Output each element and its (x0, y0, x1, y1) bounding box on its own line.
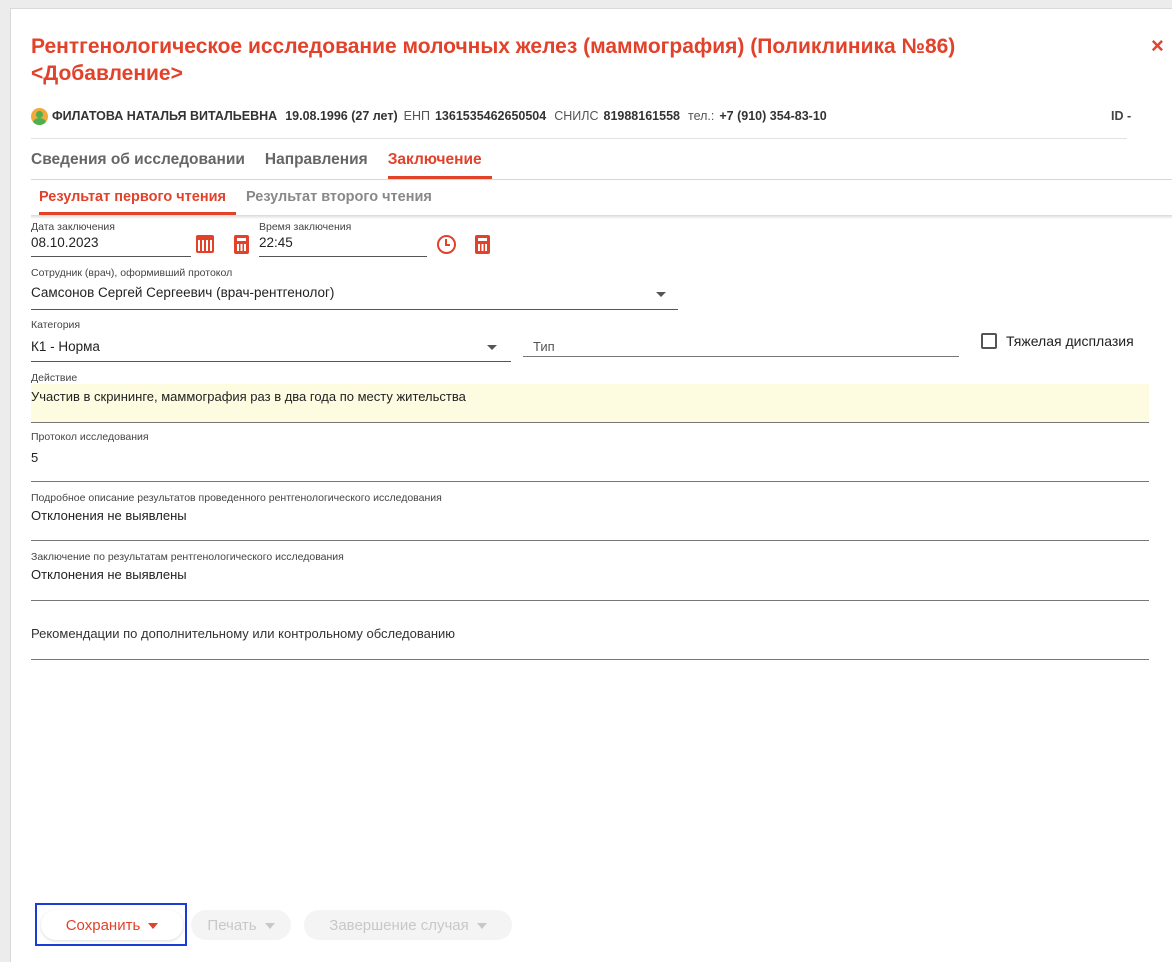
snils-value: 81988161558 (603, 109, 680, 123)
protocol-field[interactable]: 5 (31, 450, 38, 465)
category-label: Категория (31, 319, 81, 331)
save-button-label: Сохранить (65, 916, 141, 934)
phone-label: тел.: (687, 109, 715, 123)
subtab-second-reading[interactable]: Результат второго чтения (236, 183, 442, 215)
patient-info-bar: ФИЛАТОВА НАТАЛЬЯ ВИТАЛЬЕВНА 19.08.1996 (… (31, 105, 1131, 127)
finish-case-button-label: Завершение случая (329, 916, 469, 934)
type-underline (523, 356, 959, 357)
severe-dysplasia-label: Тяжелая дисплазия (1006, 333, 1134, 349)
dialog: Рентгенологическое исследование молочных… (10, 8, 1172, 962)
conclusion-label: Заключение по результатам рентгенологиче… (31, 551, 344, 563)
time-calculator-icon[interactable] (475, 235, 490, 254)
divider (31, 138, 1127, 139)
finish-dropdown-icon (476, 922, 487, 929)
date-label: Дата заключения (31, 221, 115, 233)
print-dropdown-icon (264, 922, 275, 929)
print-button[interactable]: Печать (191, 910, 291, 940)
date-underline (31, 256, 191, 257)
patient-avatar-icon (31, 107, 48, 125)
time-underline (259, 256, 427, 257)
type-input[interactable]: Тип (533, 339, 555, 354)
sub-tabs: Результат первого чтения Результат второ… (39, 183, 442, 215)
tab-referrals[interactable]: Направления (265, 145, 368, 179)
print-button-label: Печать (207, 916, 257, 934)
recommendations-underline (31, 659, 1149, 660)
protocol-underline (31, 481, 1149, 482)
description-field[interactable]: Отклонения не выявлены (31, 508, 187, 523)
enp-label: ЕНП (403, 109, 430, 123)
date-input[interactable]: 08.10.2023 (31, 235, 99, 250)
subtabs-shadow (31, 215, 1172, 219)
patient-name: ФИЛАТОВА НАТАЛЬЯ ВИТАЛЬЕВНА (52, 109, 278, 123)
doctor-underline (31, 309, 678, 310)
dialog-title: Рентгенологическое исследование молочных… (31, 35, 956, 85)
save-dropdown-icon (148, 922, 159, 929)
calendar-icon[interactable] (196, 235, 214, 253)
protocol-label: Протокол исследования (31, 431, 149, 443)
patient-id: ID - (1111, 109, 1132, 123)
doctor-dropdown-icon[interactable] (656, 292, 666, 297)
description-label: Подробное описание результатов проведенн… (31, 492, 442, 504)
description-underline (31, 540, 1149, 541)
time-label: Время заключения (259, 221, 352, 233)
category-select[interactable]: К1 - Норма (31, 339, 100, 354)
subtab-first-reading[interactable]: Результат первого чтения (39, 183, 236, 215)
clock-icon[interactable] (437, 235, 456, 254)
close-icon[interactable]: × (1151, 35, 1164, 57)
main-tabs: Сведения об исследовании Направления Зак… (31, 145, 512, 179)
recommendations-field[interactable]: Рекомендации по дополнительному или конт… (31, 626, 455, 641)
snils-label: СНИЛС (554, 109, 599, 123)
conclusion-field[interactable]: Отклонения не выявлены (31, 567, 187, 582)
category-underline (31, 361, 511, 362)
save-button[interactable]: Сохранить (41, 910, 183, 940)
enp-value: 1361535462650504 (434, 109, 547, 123)
time-input[interactable]: 22:45 (259, 235, 293, 250)
phone-value: +7 (910) 354-83-10 (719, 109, 827, 123)
tab-conclusion[interactable]: Заключение (387, 145, 492, 179)
calculator-icon[interactable] (234, 235, 249, 254)
action-label: Действие (31, 372, 78, 384)
action-underline (31, 422, 1149, 423)
finish-case-button[interactable]: Завершение случая (304, 910, 512, 940)
category-dropdown-icon[interactable] (487, 345, 497, 350)
tab-study-info[interactable]: Сведения об исследовании (31, 145, 245, 179)
doctor-select[interactable]: Самсонов Сергей Сергеевич (врач-рентгено… (31, 285, 334, 300)
conclusion-underline (31, 600, 1149, 601)
action-field[interactable]: Участив в скрининге, маммография раз в д… (31, 389, 466, 404)
tabs-divider (31, 179, 1172, 180)
patient-birth: 19.08.1996 (27 лет) (285, 109, 398, 123)
severe-dysplasia-checkbox[interactable] (981, 333, 997, 349)
doctor-label: Сотрудник (врач), оформивший протокол (31, 267, 233, 279)
